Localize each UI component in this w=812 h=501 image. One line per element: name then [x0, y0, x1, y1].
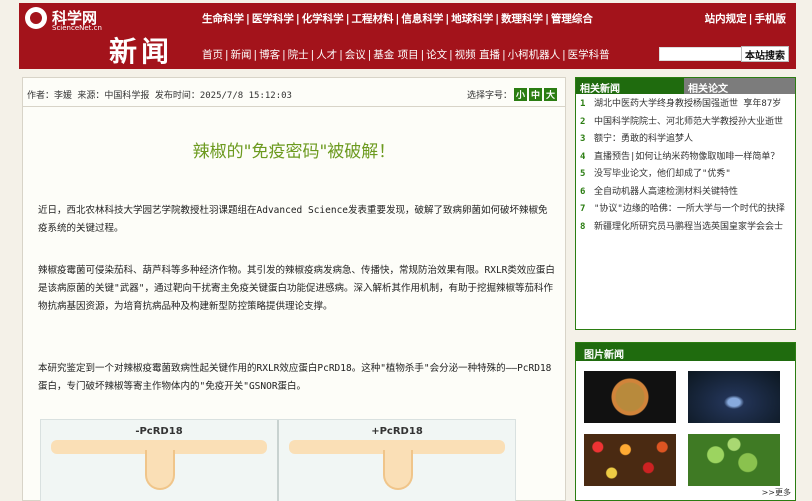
search-button[interactable]: 本站搜索: [741, 46, 789, 62]
nav-management[interactable]: 管理综合: [551, 13, 593, 25]
nav-information[interactable]: 信息科学: [401, 13, 443, 25]
article-figure: -PcRD18 +PcRD18: [40, 419, 516, 501]
nav-projects[interactable]: 项目: [398, 49, 419, 61]
tab-related-papers[interactable]: 相关论文: [684, 78, 795, 95]
font-size-large[interactable]: 大: [543, 88, 557, 101]
item-title[interactable]: 全自动机器人高速检测材料关键特性: [594, 186, 738, 199]
article-paragraph: 近日，西北农林科技大学园艺学院教授杜羽课题组在Advanced Science发…: [38, 205, 548, 234]
related-tabs: 相关新闻 相关论文: [576, 78, 795, 95]
photo-news-panel: 图片新闻 >>更多: [575, 342, 796, 501]
article-panel: 作者：李媛 来源：中国科学报 发布时间：2025/7/8 15:12:03 选择…: [22, 77, 566, 501]
figure-label: +PcRD18: [371, 426, 423, 437]
haustorium-shape: [383, 450, 413, 490]
nav-talent[interactable]: 人才: [316, 49, 337, 61]
nav-funding[interactable]: 基金: [373, 49, 394, 61]
list-item[interactable]: 8 新疆理化所研究员马鹏程当选英国皇家学会会士: [580, 221, 789, 234]
article-paragraph: 本研究鉴定到一个对辣椒疫霉菌致病性起关键作用的RXLR效应蛋白PcRD18。这种…: [38, 363, 552, 392]
list-item[interactable]: 1 湖北中医药大学终身教授杨国强逝世 享年87岁: [580, 98, 789, 111]
haustorium-shape: [145, 450, 175, 490]
top-nav: 生命科学 | 医学科学 | 化学科学 | 工程材料 | 信息科学 | 地球科学 | 数理科学 | 管理综合: [202, 13, 593, 25]
item-number: 1: [580, 99, 586, 109]
item-title[interactable]: "协议"边缘的哈佛：一所大学与一个时代的抉择: [594, 203, 785, 216]
sciencenet-logo-icon[interactable]: [25, 7, 47, 29]
photo-thumbnail[interactable]: [688, 371, 780, 423]
figure-label: -PcRD18: [135, 426, 183, 437]
nav-chemistry[interactable]: 化学科学: [302, 13, 344, 25]
item-title[interactable]: 直播预告|如何让纳米药物像取咖啡一样简单？: [594, 151, 779, 164]
nav-math-physics[interactable]: 数理科学: [501, 13, 543, 25]
list-item[interactable]: 6 全自动机器人高速检测材料关键特性: [580, 186, 789, 199]
item-number: 2: [580, 116, 586, 127]
item-number: 8: [580, 221, 586, 232]
logo-url: ScienceNet.cn: [52, 24, 102, 32]
related-panel: 相关新闻 相关论文 1 湖北中医药大学终身教授杨国强逝世 享年87岁 2 中国科学院…: [575, 77, 796, 330]
list-item[interactable]: 4 直播预告|如何让纳米药物像取咖啡一样简单？: [580, 151, 789, 164]
figure-panel-without-effector: -PcRD18: [41, 420, 277, 501]
item-title[interactable]: 额宁：勇敢的科学追梦人: [594, 133, 693, 146]
site-links: 站内规定 | 手机版: [704, 13, 787, 25]
site-header: 科学网 ScienceNet.cn 新闻 生命科学 | 医学科学 | 化学科学 | 工程材料…: [19, 3, 796, 69]
figure-panel-with-effector: +PcRD18: [279, 420, 515, 501]
tab-related-news[interactable]: 相关新闻: [576, 78, 684, 95]
font-size-selector: 选择字号：小中大: [467, 88, 557, 101]
nav-blog[interactable]: 博客: [259, 49, 280, 61]
item-number: 6: [580, 186, 586, 197]
nav-video[interactable]: 视频: [455, 49, 476, 61]
photo-thumbnail[interactable]: [584, 434, 676, 486]
list-item[interactable]: 3 额宁：勇敢的科学追梦人: [580, 133, 789, 146]
nav-live[interactable]: 直播: [479, 49, 500, 61]
font-size-medium[interactable]: 中: [528, 88, 542, 101]
nav-papers[interactable]: 论文: [426, 49, 447, 61]
item-number: 5: [580, 169, 586, 179]
list-item[interactable]: 7 "协议"边缘的哈佛：一所大学与一个时代的抉择: [580, 203, 789, 216]
sub-nav: 首页 | 新闻 | 博客 | 院士 | 人才 | 会议 | 基金 项目 | 论文 | 视频 直播 | 小柯机器人 | 医…: [202, 49, 610, 61]
font-size-label: 选择字号：: [466, 91, 512, 101]
item-title[interactable]: 没写毕业论文，他们却成了"优秀": [594, 168, 731, 181]
more-photos-link[interactable]: >>更多: [762, 487, 791, 498]
site-rules-link[interactable]: 站内规定: [705, 13, 747, 25]
item-title[interactable]: 新疆理化所研究员马鹏程当选英国皇家学会会士: [594, 221, 783, 234]
article-meta-bar: 作者：李媛 来源：中国科学报 发布时间：2025/7/8 15:12:03 选择…: [23, 78, 565, 107]
list-item[interactable]: 2 中国科学院院士、河北师范大学教授孙大业逝世: [580, 116, 789, 129]
item-number: 7: [580, 204, 586, 214]
article-headline: 辣椒的"免疫密码"被破解！: [192, 142, 396, 162]
nav-life-science[interactable]: 生命科学: [202, 13, 244, 25]
item-number: 4: [580, 151, 586, 162]
item-title[interactable]: 中国科学院院士、河北师范大学教授孙大业逝世: [594, 116, 783, 129]
nav-medical-popular[interactable]: 医学科普: [568, 49, 610, 61]
photo-thumbnail[interactable]: [584, 371, 676, 423]
nav-home[interactable]: 首页: [202, 49, 223, 61]
nav-news[interactable]: 新闻: [231, 49, 252, 61]
section-title: 新闻: [109, 35, 174, 68]
item-title[interactable]: 湖北中医药大学终身教授杨国强逝世 享年87岁: [594, 98, 781, 111]
related-news-list: 1 湖北中医药大学终身教授杨国强逝世 享年87岁 2 中国科学院院士、河北师范大学教…: [576, 94, 795, 233]
article-paragraph: 辣椒疫霉菌可侵染茄科、葫芦科等多种经济作物。其引发的辣椒疫病发病急、传播快，常规…: [38, 265, 555, 312]
nav-xiaoke-robot[interactable]: 小柯机器人: [508, 49, 561, 61]
list-item[interactable]: 5 没写毕业论文，他们却成了"优秀": [580, 168, 789, 181]
nav-earth-science[interactable]: 地球科学: [451, 13, 493, 25]
mobile-version-link[interactable]: 手机版: [755, 13, 787, 25]
item-number: 3: [580, 134, 586, 144]
nav-meetings[interactable]: 会议: [345, 49, 366, 61]
article-meta: 作者：李媛 来源：中国科学报 发布时间：2025/7/8 15:12:03: [27, 91, 292, 101]
font-size-small[interactable]: 小: [513, 88, 527, 101]
photo-news-title: 图片新闻: [576, 343, 795, 361]
nav-engineering[interactable]: 工程材料: [352, 13, 394, 25]
photo-thumbnail[interactable]: [688, 434, 780, 486]
nav-medical-science[interactable]: 医学科学: [252, 13, 294, 25]
nav-academicians[interactable]: 院士: [288, 49, 309, 61]
